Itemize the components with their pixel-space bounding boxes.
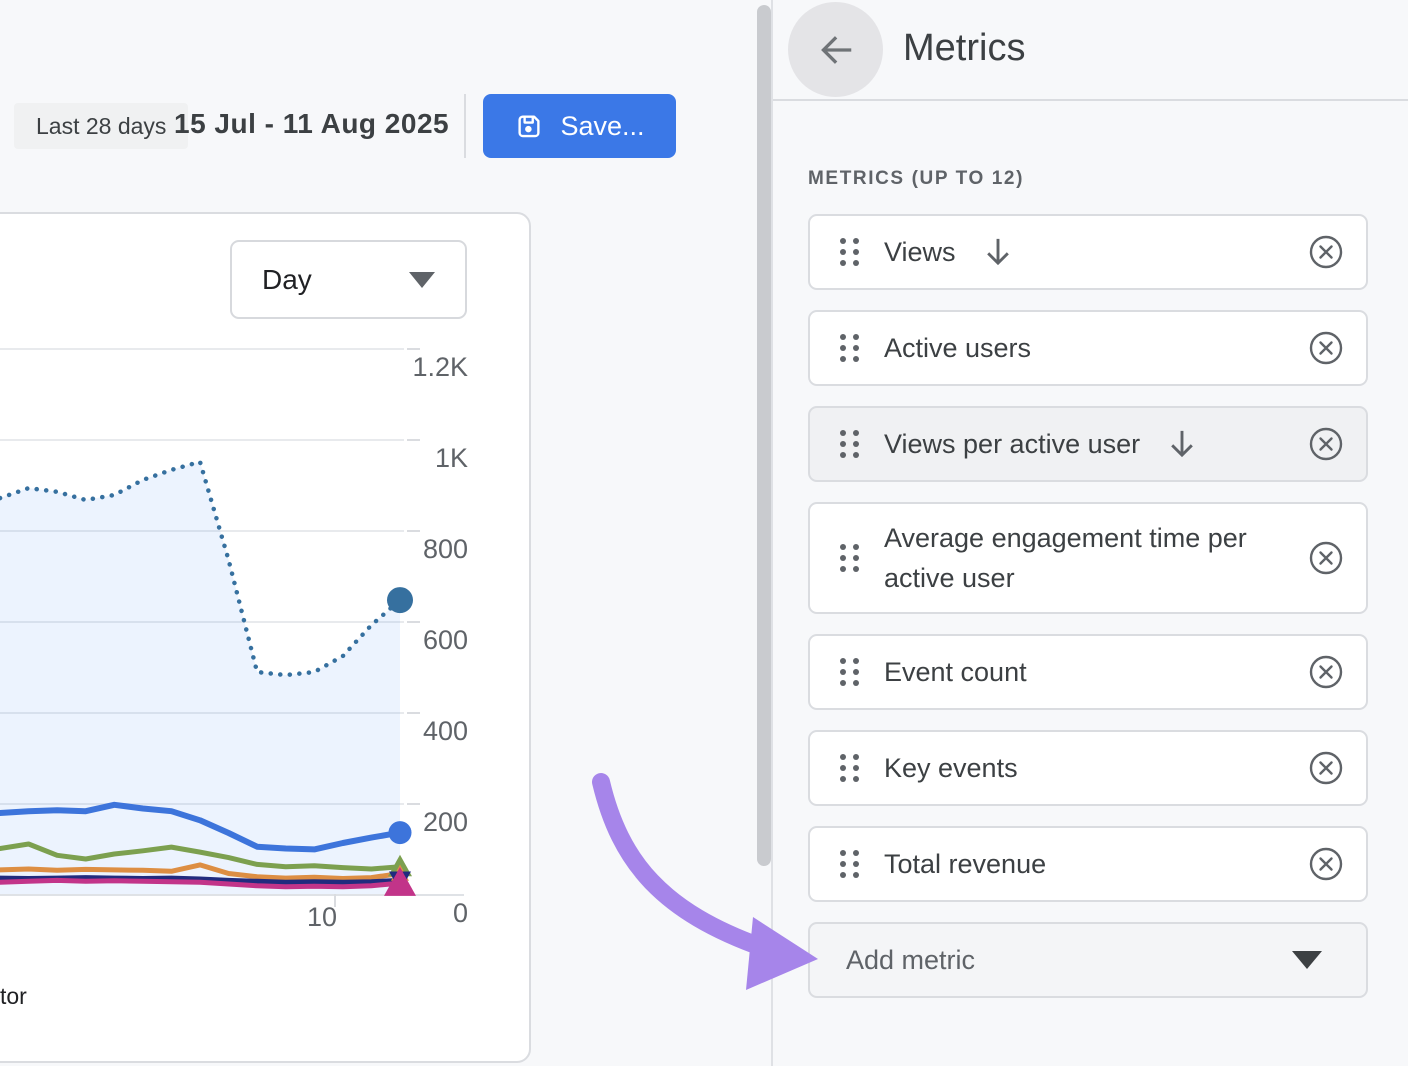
close-circle-icon xyxy=(1308,330,1344,366)
metric-chip-views-per-active-user[interactable]: Views per active user xyxy=(808,406,1368,482)
gridline xyxy=(0,348,404,350)
sort-descending-icon xyxy=(982,235,1014,269)
metrics-section-label: METRICS (UP TO 12) xyxy=(808,168,1024,190)
metric-chip-views[interactable]: Views xyxy=(808,214,1368,290)
close-circle-icon xyxy=(1308,654,1344,690)
y-axis-tick xyxy=(407,803,420,805)
drag-handle-icon[interactable] xyxy=(840,658,859,686)
remove-metric-button[interactable] xyxy=(1308,654,1344,690)
metric-label: Active users xyxy=(884,328,1031,368)
metric-label: Event count xyxy=(884,652,1027,692)
y-axis-tick-label: 600 xyxy=(398,625,468,656)
add-metric-label: Add metric xyxy=(846,945,975,976)
drag-handle-icon[interactable] xyxy=(840,544,859,572)
close-circle-icon xyxy=(1308,234,1344,270)
y-axis-tick xyxy=(407,530,420,532)
y-axis-tick xyxy=(407,439,420,441)
metric-list: Views Active users Views per active user Av… xyxy=(808,214,1368,998)
drag-handle-icon[interactable] xyxy=(840,430,859,458)
remove-metric-button[interactable] xyxy=(1308,330,1344,366)
date-range-text: 15 Jul - 11 Aug 2025 xyxy=(174,108,449,140)
y-axis-tick-label: 0 xyxy=(398,898,468,929)
close-circle-icon xyxy=(1308,540,1344,576)
x-axis-tick-label: 10 xyxy=(300,902,344,933)
gridline xyxy=(0,439,404,441)
granularity-dropdown[interactable]: Day xyxy=(230,240,467,319)
drag-handle-icon[interactable] xyxy=(840,334,859,362)
metric-chip-event-count[interactable]: Event count xyxy=(808,634,1368,710)
drag-handle-icon[interactable] xyxy=(840,754,859,782)
save-floppy-icon xyxy=(514,111,544,141)
metric-label: Views per active user xyxy=(884,424,1140,464)
header-divider xyxy=(464,94,466,158)
y-axis-tick-label: 1.2K xyxy=(398,352,468,383)
metric-chip-active-users[interactable]: Active users xyxy=(808,310,1368,386)
metric-chip-total-revenue[interactable]: Total revenue xyxy=(808,826,1368,902)
metric-label: Average engagement time per active user xyxy=(884,518,1264,598)
save-button[interactable]: Save... xyxy=(483,94,676,158)
panel-title: Metrics xyxy=(903,27,1025,70)
remove-metric-button[interactable] xyxy=(1308,750,1344,786)
remove-metric-button[interactable] xyxy=(1308,540,1344,576)
metric-label: Views xyxy=(884,232,956,272)
save-button-label: Save... xyxy=(560,111,644,142)
metric-chip-average-engagement-time-per-active-user[interactable]: Average engagement time per active user xyxy=(808,502,1368,614)
y-axis-tick-label: 200 xyxy=(398,807,468,838)
close-circle-icon xyxy=(1308,750,1344,786)
remove-metric-button[interactable] xyxy=(1308,426,1344,462)
y-axis-tick xyxy=(407,348,420,350)
back-button[interactable] xyxy=(788,2,883,97)
y-axis-tick-label: 1K xyxy=(398,443,468,474)
y-axis-tick-label: 400 xyxy=(398,716,468,747)
metric-chip-key-events[interactable]: Key events xyxy=(808,730,1368,806)
legend-partial-text: tor xyxy=(0,983,27,1010)
drag-handle-icon[interactable] xyxy=(840,238,859,266)
chevron-down-icon xyxy=(409,272,435,288)
date-preset-chip[interactable]: Last 28 days xyxy=(14,103,188,149)
remove-metric-button[interactable] xyxy=(1308,846,1344,882)
gridline xyxy=(0,530,404,532)
add-metric-dropdown[interactable]: Add metric xyxy=(808,922,1368,998)
metrics-panel: Metrics METRICS (UP TO 12) Views Active u… xyxy=(773,0,1408,1066)
sort-descending-icon xyxy=(1166,427,1198,461)
panel-header-divider xyxy=(773,99,1408,101)
gridline xyxy=(0,712,404,714)
gridline xyxy=(0,621,404,623)
drag-handle-icon[interactable] xyxy=(840,850,859,878)
gridline xyxy=(0,894,464,896)
y-axis-tick xyxy=(407,621,420,623)
arrow-left-icon xyxy=(813,27,859,73)
granularity-value: Day xyxy=(262,264,312,296)
metric-label: Key events xyxy=(884,748,1018,788)
metric-label: Total revenue xyxy=(884,844,1046,884)
close-circle-icon xyxy=(1308,426,1344,462)
scrollbar[interactable] xyxy=(757,5,771,866)
chevron-down-icon xyxy=(1292,951,1322,969)
gridline xyxy=(0,803,404,805)
remove-metric-button[interactable] xyxy=(1308,234,1344,270)
close-circle-icon xyxy=(1308,846,1344,882)
y-axis-tick xyxy=(407,712,420,714)
y-axis-tick-label: 800 xyxy=(398,534,468,565)
